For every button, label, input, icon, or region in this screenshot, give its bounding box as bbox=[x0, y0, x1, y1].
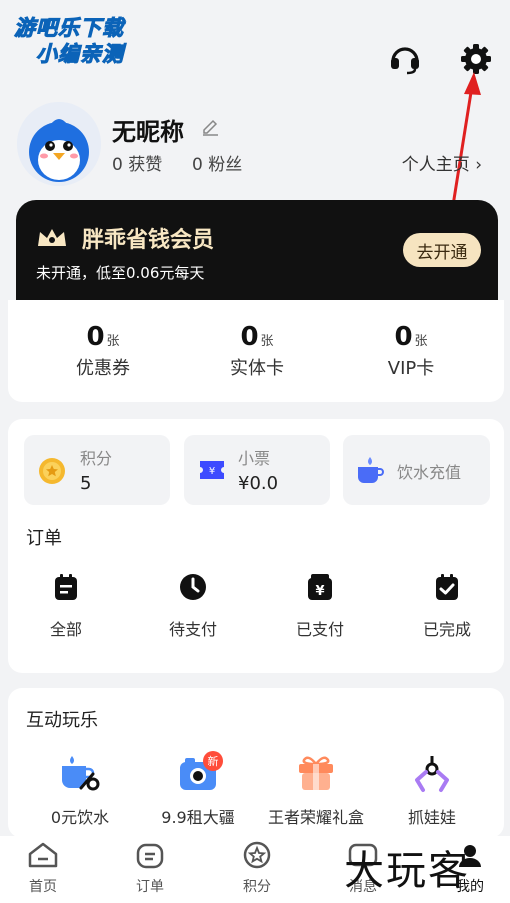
order-pending-label: 待支付 bbox=[168, 620, 217, 639]
ticket-tile[interactable]: ¥ 小票 ¥0.0 bbox=[184, 435, 330, 505]
chevron-right-icon: › bbox=[475, 155, 482, 175]
water-recharge-label: 饮水充值 bbox=[397, 463, 462, 482]
fun-claw-machine-label: 抓娃娃 bbox=[407, 808, 456, 827]
gold-coin-icon bbox=[39, 458, 65, 484]
homepage-link[interactable]: 个人主页 › bbox=[402, 150, 482, 175]
physical-card-unit: 张 bbox=[260, 334, 274, 349]
order-pending[interactable]: 待支付 bbox=[133, 572, 253, 640]
coupon-count: 0 bbox=[86, 322, 105, 352]
vip-card-label: VIP卡 bbox=[387, 358, 435, 379]
gift-box-icon bbox=[299, 756, 333, 790]
water-cup-icon bbox=[62, 756, 100, 791]
clock-icon bbox=[180, 574, 206, 600]
vip-title: 胖乖省钱会员 bbox=[82, 228, 215, 253]
fun-honor-of-kings-gift-label: 王者荣耀礼盒 bbox=[267, 808, 364, 827]
order-all[interactable]: 全部 bbox=[6, 572, 126, 640]
claw-icon bbox=[415, 756, 449, 792]
nickname: 无昵称 bbox=[112, 118, 184, 146]
points-tile[interactable]: 积分 5 bbox=[24, 435, 170, 505]
fun-free-water-label: 0元饮水 bbox=[50, 808, 110, 827]
fun-free-water[interactable]: 0元饮水 bbox=[20, 754, 140, 828]
ticket-icon: ¥ bbox=[200, 461, 224, 479]
wallet-icon: ¥ bbox=[308, 574, 332, 600]
orders-title: 订单 bbox=[26, 528, 62, 549]
order-all-label: 全部 bbox=[49, 620, 82, 639]
tab-points-label: 积分 bbox=[243, 879, 271, 895]
check-calendar-icon bbox=[436, 574, 458, 600]
fun-claw-machine[interactable]: 抓娃娃 bbox=[372, 754, 492, 828]
vip-subtitle: 未开通，低至0.06元每天 bbox=[36, 264, 205, 282]
svg-text:¥: ¥ bbox=[315, 584, 324, 599]
fans-count: 0 粉丝 bbox=[192, 155, 243, 175]
fun-dji-rental-label: 9.9租大疆 bbox=[161, 808, 235, 827]
ticket-label: 小票 bbox=[238, 449, 271, 468]
physical-card-item[interactable]: 0张 实体卡 bbox=[182, 322, 332, 380]
vip-open-button[interactable]: 去开通 bbox=[403, 233, 481, 267]
vip-card-item[interactable]: 0张 VIP卡 bbox=[336, 322, 486, 380]
points-label: 积分 bbox=[80, 449, 113, 468]
ticket-value: ¥0.0 bbox=[238, 473, 279, 494]
coupon-unit: 张 bbox=[106, 334, 120, 349]
vip-card-unit: 张 bbox=[414, 334, 428, 349]
fun-dji-rental[interactable]: 9.9租大疆 bbox=[138, 754, 258, 828]
tab-points[interactable]: 积分 bbox=[217, 840, 297, 896]
fun-title: 互动玩乐 bbox=[26, 710, 98, 731]
coupon-item[interactable]: 0张 优惠券 bbox=[28, 322, 178, 380]
watermark-bottom: 大玩客 bbox=[344, 848, 470, 894]
order-paid-label: 已支付 bbox=[295, 620, 344, 639]
fun-honor-of-kings-gift[interactable]: 王者荣耀礼盒 bbox=[256, 754, 376, 828]
water-recharge-tile[interactable]: 饮水充值 bbox=[343, 435, 490, 505]
water-cup-icon bbox=[358, 457, 384, 483]
edit-icon[interactable] bbox=[200, 116, 220, 140]
new-badge: 新 bbox=[203, 751, 223, 771]
coupon-label: 优惠券 bbox=[76, 358, 130, 379]
order-paid[interactable]: ¥ 已支付 bbox=[260, 572, 380, 640]
order-icon bbox=[136, 843, 164, 869]
crown-icon bbox=[36, 226, 68, 254]
tab-home-label: 首页 bbox=[29, 879, 57, 895]
tab-orders-label: 订单 bbox=[136, 879, 164, 895]
tab-orders[interactable]: 订单 bbox=[110, 840, 190, 896]
avatar[interactable] bbox=[17, 102, 101, 186]
physical-card-label: 实体卡 bbox=[230, 358, 284, 379]
points-value: 5 bbox=[80, 473, 92, 494]
points-star-icon bbox=[243, 841, 271, 869]
svg-text:¥: ¥ bbox=[209, 466, 215, 477]
physical-card-count: 0 bbox=[240, 322, 259, 352]
homepage-label: 个人主页 bbox=[401, 155, 470, 175]
home-icon bbox=[28, 842, 58, 868]
order-completed[interactable]: 已完成 bbox=[387, 572, 507, 640]
clipboard-icon bbox=[55, 574, 77, 600]
order-completed-label: 已完成 bbox=[422, 620, 471, 639]
vip-card-count: 0 bbox=[394, 322, 413, 352]
tab-home[interactable]: 首页 bbox=[3, 840, 83, 896]
likes-count: 0 获赞 bbox=[112, 155, 163, 175]
